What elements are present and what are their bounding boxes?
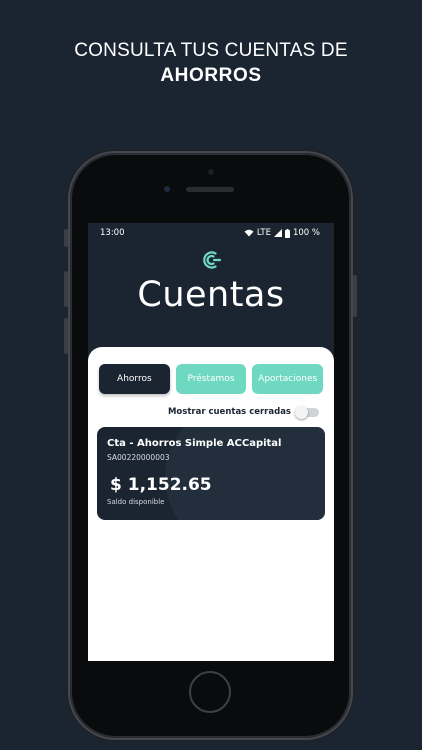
headline-line-1: CONSULTA TUS CUENTAS DE — [74, 40, 348, 61]
account-name: Cta - Ahorros Simple ACCapital — [107, 438, 282, 449]
account-card[interactable]: Cta - Ahorros Simple ACCapital SA0022000… — [97, 427, 325, 520]
closed-accounts-toggle[interactable] — [295, 405, 319, 419]
volume-down-button — [64, 318, 68, 354]
tab-prestamos[interactable]: Préstamos — [175, 364, 247, 394]
promo-headline: CONSULTA TUS CUENTAS DE AHORROS — [0, 38, 422, 88]
volume-up-button — [64, 271, 68, 307]
battery-icon — [284, 228, 290, 238]
account-balance: $ 1,152.65 — [110, 475, 212, 495]
cell-signal-icon — [273, 229, 282, 237]
balance-label: Saldo disponible — [107, 498, 165, 506]
status-bar: 13:00 LTE 100 % — [88, 223, 334, 243]
headline-line-2: AHORROS — [160, 65, 262, 86]
mute-switch — [64, 229, 68, 247]
front-camera — [164, 186, 170, 192]
account-type-tabs: Ahorros Préstamos Aportaciones — [88, 347, 334, 394]
home-button[interactable] — [189, 671, 231, 713]
phone-screen: 13:00 LTE 100 % Cuentas Ahorros Préstamo… — [88, 223, 334, 661]
tab-aportaciones[interactable]: Aportaciones — [252, 364, 324, 394]
closed-accounts-row: Mostrar cuentas cerradas — [88, 394, 334, 419]
closed-accounts-label: Mostrar cuentas cerradas — [167, 407, 291, 417]
toggle-knob — [295, 405, 308, 419]
wifi-icon — [244, 229, 254, 237]
power-button — [353, 275, 357, 317]
app-logo — [88, 249, 334, 271]
earpiece-speaker — [186, 187, 234, 192]
battery-level: 100 % — [292, 228, 320, 238]
phone-frame: 13:00 LTE 100 % Cuentas Ahorros Préstamo… — [64, 153, 357, 738]
account-number: SA00220000003 — [107, 453, 170, 462]
tab-ahorros[interactable]: Ahorros — [99, 364, 170, 394]
status-icons: LTE 100 % — [244, 228, 320, 238]
status-time: 13:00 — [100, 228, 125, 238]
sensor-dot — [208, 169, 214, 175]
accapital-logo-icon — [203, 251, 222, 269]
page-title: Cuentas — [137, 275, 285, 315]
network-type: LTE — [256, 228, 271, 238]
accounts-panel: Ahorros Préstamos Aportaciones Mostrar c… — [88, 347, 334, 661]
